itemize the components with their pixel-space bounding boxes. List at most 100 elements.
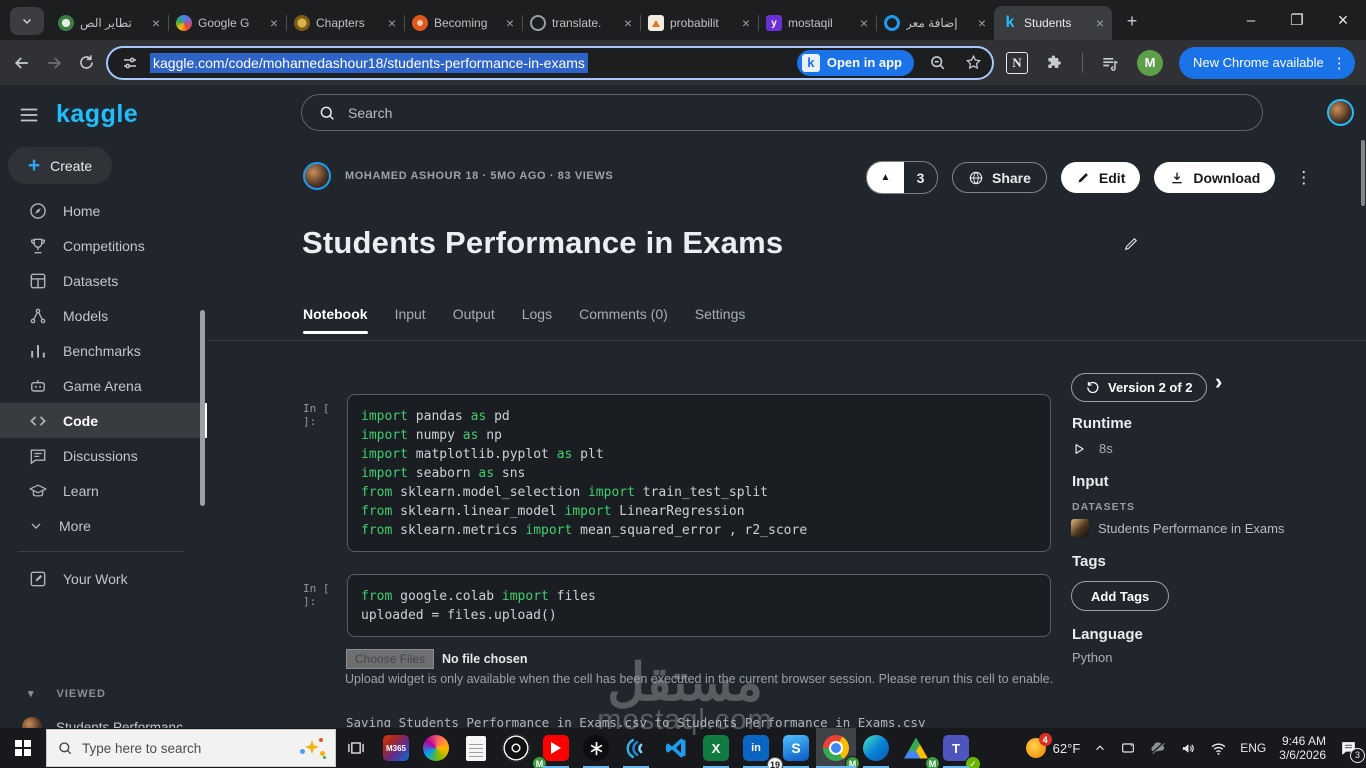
taskbar-app-chatgpt[interactable] <box>576 728 616 768</box>
close-button[interactable]: × <box>1320 10 1366 31</box>
hamburger-menu-icon[interactable] <box>18 104 40 126</box>
browser-tab-mostaqil[interactable]: mostaqil × <box>758 6 876 40</box>
cell-code[interactable]: import pandas as pd import numpy as np imp… <box>347 394 1051 552</box>
notification-center-icon[interactable]: 3 <box>1339 739 1365 763</box>
download-button[interactable]: Download <box>1154 162 1276 193</box>
more-options-icon[interactable]: ⋮ <box>1295 168 1312 188</box>
new-chrome-button[interactable]: New Chrome available ⋮ <box>1179 46 1355 79</box>
taskbar-app-chrome[interactable]: M <box>816 728 860 768</box>
taskbar-search-input[interactable]: Type here to search <box>46 729 336 767</box>
open-in-app-button[interactable]: k Open in app <box>796 49 914 76</box>
edit-button[interactable]: Edit <box>1060 162 1141 193</box>
tab-output[interactable]: Output <box>453 306 495 334</box>
browser-menu-icon[interactable]: ⋮ <box>1332 54 1347 72</box>
media-playlist-icon[interactable] <box>1097 53 1123 73</box>
viewed-item-students-performanc[interactable]: Students Performanc... <box>0 711 207 728</box>
back-button[interactable] <box>6 53 38 73</box>
tab-close-icon[interactable]: × <box>388 15 396 31</box>
title-edit-icon[interactable] <box>1122 235 1140 253</box>
start-button[interactable] <box>0 728 46 768</box>
device-icon[interactable] <box>1120 740 1136 756</box>
tab-close-icon[interactable]: × <box>742 15 750 31</box>
tab-close-icon[interactable]: × <box>624 15 632 31</box>
tab-close-icon[interactable]: × <box>1096 15 1104 31</box>
tab-search-button[interactable] <box>10 7 44 35</box>
sidebar-item-game-arena[interactable]: Game Arena <box>0 368 207 403</box>
taskbar-app-vscode[interactable] <box>656 728 696 768</box>
sidebar-scrollbar[interactable] <box>200 310 205 506</box>
sidebar-item-code[interactable]: Code <box>0 403 207 438</box>
wifi-icon[interactable] <box>1210 740 1227 757</box>
tab-logs[interactable]: Logs <box>522 306 552 334</box>
author-meta[interactable]: MOHAMED ASHOUR 18 · 5MO AGO · 83 VIEWS <box>345 170 613 182</box>
tab-comments-0[interactable]: Comments (0) <box>579 306 668 334</box>
browser-tab-becoming[interactable]: Becoming × <box>404 6 522 40</box>
tab-notebook[interactable]: Notebook <box>303 306 368 334</box>
taskbar-app-youtube[interactable]: M <box>532 728 576 768</box>
tab-settings[interactable]: Settings <box>695 306 746 334</box>
taskbar-app-blueapp[interactable]: S <box>776 728 816 768</box>
url-text[interactable]: kaggle.com/code/mohamedashour18/students… <box>150 52 588 73</box>
browser-tab-google-g[interactable]: Google G × <box>168 6 286 40</box>
browser-tab-probabilit[interactable]: probabilit × <box>640 6 758 40</box>
sidebar-item-your-work[interactable]: Your Work <box>0 561 207 596</box>
tab-close-icon[interactable]: × <box>270 15 278 31</box>
reload-button[interactable] <box>70 53 102 72</box>
sidebar-item-datasets[interactable]: Datasets <box>0 263 207 298</box>
browser-tab-translate[interactable]: translate. × <box>522 6 640 40</box>
browser-tab-item[interactable]: تطاير الص × <box>50 6 168 40</box>
author-avatar[interactable] <box>303 162 331 190</box>
taskbar-app-signal[interactable] <box>496 728 536 768</box>
viewed-section-header[interactable]: ▾ VIEWED <box>28 687 106 701</box>
user-avatar[interactable] <box>1327 99 1354 126</box>
profile-avatar[interactable]: M <box>1137 49 1163 76</box>
input-language[interactable]: ENG <box>1240 741 1266 755</box>
cell-code[interactable]: from google.colab import files uploaded =… <box>347 574 1051 637</box>
taskbar-app-m365[interactable]: M365 <box>376 728 416 768</box>
sidebar-item-learn[interactable]: Learn <box>0 473 207 508</box>
kaggle-logo[interactable]: kaggle <box>56 100 138 129</box>
code-cell[interactable]: In [ ]: import pandas as pd import numpy a… <box>303 394 1051 552</box>
upvote-control[interactable]: ▲ 3 <box>866 161 938 194</box>
copilot-sparkle-icon[interactable] <box>299 737 326 759</box>
search-input[interactable]: Search <box>301 94 1263 131</box>
choose-files-button[interactable]: Choose Files <box>346 649 435 669</box>
tray-expand-icon[interactable] <box>1093 741 1107 755</box>
add-tags-button[interactable]: Add Tags <box>1071 581 1170 611</box>
browser-tab-item[interactable]: إضافة معر × <box>876 6 994 40</box>
tab-close-icon[interactable]: × <box>506 15 514 31</box>
extensions-puzzle-icon[interactable] <box>1042 53 1068 73</box>
minimize-button[interactable]: – <box>1228 12 1274 29</box>
create-button[interactable]: + Create <box>8 147 112 184</box>
tab-close-icon[interactable]: × <box>860 15 868 31</box>
sidebar-item-models[interactable]: Models <box>0 298 207 333</box>
taskbar-app-excel[interactable]: X <box>696 728 736 768</box>
taskbar-app-edge[interactable] <box>856 728 896 768</box>
tab-input[interactable]: Input <box>395 306 426 334</box>
sidebar-item-competitions[interactable]: Competitions <box>0 228 207 263</box>
bookmark-star-icon[interactable] <box>960 53 986 72</box>
new-tab-button[interactable]: + <box>1118 7 1146 35</box>
sidebar-item-benchmarks[interactable]: Benchmarks <box>0 333 207 368</box>
restore-button[interactable]: ❐ <box>1274 11 1320 29</box>
upvote-icon[interactable]: ▲ <box>867 162 904 193</box>
forward-button[interactable] <box>38 53 70 73</box>
zoom-icon[interactable] <box>924 53 950 72</box>
browser-tab-students[interactable]: Students × <box>994 6 1112 40</box>
page-scrollbar[interactable] <box>1361 140 1365 206</box>
browser-tab-chapters[interactable]: Chapters × <box>286 6 404 40</box>
sidebar-item-more[interactable]: More <box>0 508 207 543</box>
task-view-icon[interactable] <box>336 728 376 768</box>
clock-widget[interactable]: 9:46 AM 3/6/2026 <box>1279 734 1326 762</box>
dataset-item[interactable]: Students Performance in Exams <box>1071 519 1284 537</box>
onedrive-paused-icon[interactable] <box>1149 739 1167 757</box>
tab-close-icon[interactable]: × <box>152 15 160 31</box>
version-expand-icon[interactable]: › <box>1215 369 1222 395</box>
sidebar-item-home[interactable]: Home <box>0 193 207 228</box>
share-button[interactable]: Share <box>952 162 1047 193</box>
sidebar-item-discussions[interactable]: Discussions <box>0 438 207 473</box>
weather-widget[interactable]: 4 62°F <box>1025 733 1080 758</box>
taskbar-app-teams[interactable]: T ✓ <box>936 728 981 768</box>
notion-extension-icon[interactable]: N <box>1006 51 1028 74</box>
taskbar-app-drive[interactable]: M <box>896 728 940 768</box>
